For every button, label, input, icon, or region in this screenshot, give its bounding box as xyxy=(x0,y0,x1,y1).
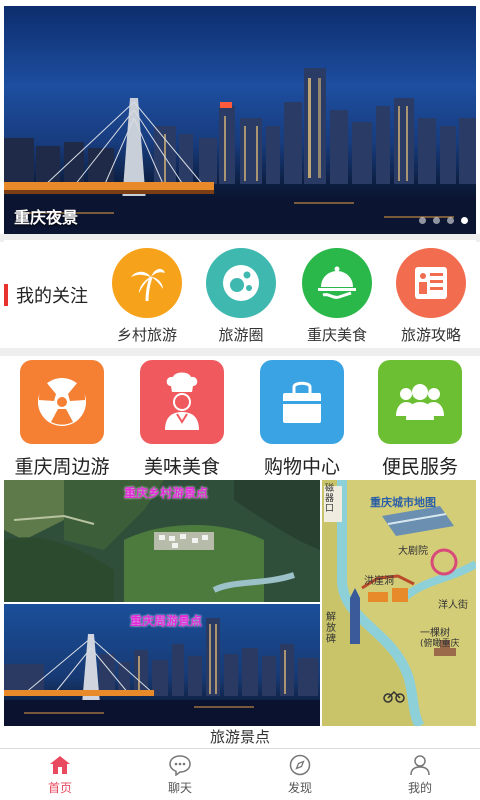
tab-mine[interactable]: 我的 xyxy=(360,749,480,800)
carousel-indicator xyxy=(419,217,468,224)
banner-carousel[interactable]: 重庆夜景 xyxy=(4,6,476,234)
tile-public-services[interactable]: 便民服务 xyxy=(362,360,478,479)
radiation-icon xyxy=(20,360,104,444)
carousel-dot[interactable] xyxy=(433,217,440,224)
tile-label: 美味美食 xyxy=(143,456,220,478)
focus-item-label: 重庆美食 xyxy=(306,326,367,344)
people-icon xyxy=(378,360,462,444)
compass-icon xyxy=(287,753,313,777)
map-label: 洋人街 xyxy=(438,600,468,611)
village-title: 重庆乡村游景点 xyxy=(124,486,209,500)
map-label: 磁器口 xyxy=(325,484,335,514)
chat-icon xyxy=(167,753,193,777)
map-title: 重庆城市地图 xyxy=(370,496,436,509)
tab-label: 首页 xyxy=(47,781,72,795)
my-focus-section: 我的关注 乡村旅游 旅游圈 重庆美食 旅游攻略 xyxy=(4,240,476,348)
home-icon xyxy=(47,753,73,777)
banner-caption: 重庆夜景 xyxy=(14,208,79,227)
city-title: 重庆周游景点 xyxy=(130,614,203,628)
palm-tree-icon xyxy=(112,248,182,318)
city-photo[interactable]: 重庆周游景点 xyxy=(4,604,320,726)
bubbles-icon xyxy=(206,248,276,318)
attractions-grid: 重庆乡村游景点 重庆周游景点 磁器口 重庆城市地图 大剧院 洪崖洞 洋人街 解放… xyxy=(4,480,476,726)
focus-item-label: 旅游攻略 xyxy=(400,326,461,344)
bottom-tab-bar: 首页 聊天 发现 我的 xyxy=(0,748,480,800)
my-focus-heading: 我的关注 xyxy=(4,284,88,307)
tile-tasty-food[interactable]: 美味美食 xyxy=(124,360,240,479)
tile-nearby-tours[interactable]: 重庆周边游 xyxy=(4,360,120,479)
carousel-dot-active[interactable] xyxy=(461,217,468,224)
section-label: 旅游景点 xyxy=(209,728,270,746)
map-label: 大剧院 xyxy=(398,546,428,557)
home-screen: 重庆夜景 我的关注 乡村旅游 旅游圈 重庆美食 旅游攻略 重庆周边游 美味美食 … xyxy=(0,0,480,800)
my-focus-label: 我的关注 xyxy=(16,286,88,307)
service-tiles: 重庆周边游 美味美食 购物中心 便民服务 xyxy=(0,356,480,480)
shopping-bag-icon xyxy=(260,360,344,444)
carousel-dot[interactable] xyxy=(419,217,426,224)
user-icon xyxy=(407,753,433,777)
tile-label: 重庆周边游 xyxy=(14,456,110,478)
tab-home[interactable]: 首页 xyxy=(0,749,120,800)
tab-label: 发现 xyxy=(287,781,312,795)
map-label: (俯瞰重庆 xyxy=(420,639,460,649)
focus-item-chongqing-food[interactable]: 重庆美食 xyxy=(292,248,382,345)
chef-icon xyxy=(140,360,224,444)
focus-item-label: 乡村旅游 xyxy=(116,326,177,344)
tile-label: 购物中心 xyxy=(263,456,340,478)
focus-item-travel-circle[interactable]: 旅游圈 xyxy=(196,248,286,345)
focus-item-travel-guide[interactable]: 旅游攻略 xyxy=(386,248,476,345)
carousel-dot[interactable] xyxy=(447,217,454,224)
tile-label: 便民服务 xyxy=(381,456,458,478)
list-document-icon xyxy=(396,248,466,318)
village-photo[interactable]: 重庆乡村游景点 xyxy=(4,480,320,602)
heading-accent-bar xyxy=(4,284,8,306)
food-cloche-icon xyxy=(302,248,372,318)
focus-item-label: 旅游圈 xyxy=(218,326,264,344)
tab-label: 聊天 xyxy=(167,781,192,795)
tab-discover[interactable]: 发现 xyxy=(240,749,360,800)
tile-shopping-center[interactable]: 购物中心 xyxy=(244,360,360,479)
tab-chat[interactable]: 聊天 xyxy=(120,749,240,800)
focus-item-rural-tourism[interactable]: 乡村旅游 xyxy=(102,248,192,345)
city-map-photo[interactable]: 磁器口 重庆城市地图 大剧院 洪崖洞 洋人街 解放碑 一棵树 (俯瞰重庆 xyxy=(322,480,476,726)
tab-label: 我的 xyxy=(407,781,432,795)
map-label: 解放碑 xyxy=(326,612,336,645)
map-label: 洪崖洞 xyxy=(364,576,394,587)
divider xyxy=(0,348,480,356)
city-night-image xyxy=(4,68,476,234)
